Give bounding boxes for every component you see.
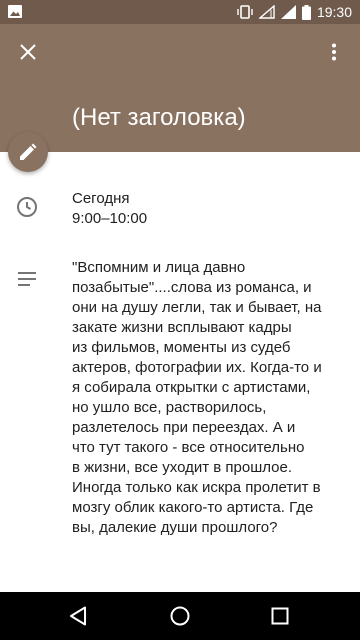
recents-square-icon <box>271 607 289 625</box>
event-title: (Нет заголовка) <box>72 104 246 131</box>
event-header: (Нет заголовка) <box>0 24 360 152</box>
back-button[interactable] <box>66 604 90 628</box>
edit-pencil-icon <box>20 143 37 160</box>
more-vert-icon <box>332 43 336 61</box>
status-time: 19:30 <box>316 4 352 20</box>
event-description: "Вспомним и лица давно позабытые"....сло… <box>72 259 322 536</box>
gallery-icon <box>8 5 22 18</box>
home-button[interactable] <box>168 604 192 628</box>
event-date: Сегодня <box>72 190 130 207</box>
notes-icon <box>18 272 36 286</box>
status-bar: 19:30 <box>0 0 360 24</box>
wifi-icon <box>258 5 275 19</box>
event-time-range: 9:00–10:00 <box>72 210 148 227</box>
signal-icon <box>280 5 296 19</box>
recents-button[interactable] <box>268 604 292 628</box>
battery-icon <box>301 4 311 20</box>
edit-button[interactable] <box>8 132 48 172</box>
more-options-button[interactable] <box>318 36 350 68</box>
clock-icon <box>17 197 37 217</box>
back-triangle-icon <box>70 606 86 626</box>
navigation-bar <box>0 592 360 640</box>
close-button[interactable] <box>12 36 44 68</box>
home-circle-icon <box>170 606 190 626</box>
close-icon <box>20 44 36 60</box>
status-icons: 19:30 <box>237 0 352 24</box>
vibrate-icon <box>237 5 253 19</box>
